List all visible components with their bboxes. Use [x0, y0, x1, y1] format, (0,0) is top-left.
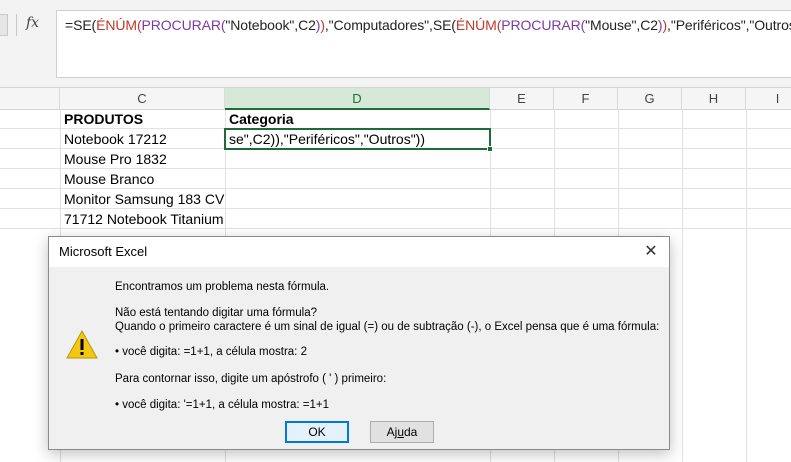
- cell-c4[interactable]: Mouse Branco: [61, 169, 154, 189]
- formula-bar-separator: [16, 14, 17, 36]
- cell-c5[interactable]: Monitor Samsung 183 CV: [61, 189, 224, 209]
- formula-input[interactable]: =SE(ÉNÚM(PROCURAR("Notebook",C2)),"Compu…: [56, 10, 791, 78]
- ok-button[interactable]: OK: [285, 421, 349, 443]
- help-button-accesskey: u: [397, 425, 404, 439]
- formula-segment: PROCURAR(: [501, 17, 586, 33]
- help-button[interactable]: Ajuda: [370, 421, 434, 443]
- fill-handle[interactable]: [487, 146, 493, 152]
- grid-line: [682, 110, 683, 462]
- cell-c1[interactable]: PRODUTOS: [61, 109, 143, 129]
- column-header-c[interactable]: C: [60, 88, 225, 110]
- cell-c6[interactable]: 71712 Notebook Titanium: [61, 209, 224, 229]
- formula-segment: "Mouse",C2: [585, 17, 658, 33]
- formula-segment: ,"Periféricos","Outros": [667, 17, 791, 33]
- formula-segment: =SE(: [65, 17, 97, 33]
- insert-function-icon[interactable]: fx: [26, 15, 39, 31]
- close-icon[interactable]: ✕: [633, 237, 669, 267]
- cell-c3[interactable]: Mouse Pro 1832: [61, 149, 167, 169]
- column-header-f[interactable]: F: [554, 88, 618, 110]
- dialog-title: Microsoft Excel: [59, 244, 148, 259]
- formula-bar-area: fx =SE(ÉNÚM(PROCURAR("Notebook",C2)),"Co…: [0, 0, 791, 88]
- column-header-i[interactable]: I: [746, 88, 791, 110]
- column-header-g[interactable]: G: [618, 88, 682, 110]
- corner-spacer: [0, 88, 60, 110]
- dialog-message-line: Para contornar isso, digite um apóstrofo…: [115, 373, 387, 385]
- error-dialog: Microsoft Excel ✕ Encontramos um problem…: [48, 236, 670, 450]
- grid-line: [746, 110, 747, 462]
- formula-segment: "Notebook",C2: [225, 17, 316, 33]
- formula-segment: ,"Computadores",SE(: [324, 17, 456, 33]
- formula-segment: ÉNÚM(: [96, 17, 142, 33]
- column-headers: C D E F G H I: [0, 88, 791, 110]
- formula-segment: PROCURAR(: [141, 17, 226, 33]
- active-cell-d2[interactable]: se",C2)),"Periféricos","Outros")): [224, 128, 491, 150]
- dialog-message-line: Encontramos um problema nesta fórmula.: [115, 281, 330, 293]
- dialog-message-line: • você digita: =1+1, a célula mostra: 2: [115, 346, 307, 358]
- help-button-label: Aj: [386, 425, 398, 439]
- cell-d1[interactable]: Categoria: [226, 109, 294, 129]
- formula-segment: ÉNÚM(: [455, 17, 502, 33]
- column-header-h[interactable]: H: [682, 88, 746, 110]
- column-header-e[interactable]: E: [490, 88, 554, 110]
- name-box-dropdown[interactable]: [0, 14, 8, 36]
- dialog-title-bar[interactable]: Microsoft Excel ✕: [49, 237, 669, 267]
- warning-icon: [66, 329, 98, 359]
- help-button-label-end: da: [404, 425, 418, 439]
- dialog-message-line: Quando o primeiro caractere é um sinal d…: [115, 321, 660, 333]
- dialog-message-line: Não está tentando digitar uma fórmula?: [115, 307, 318, 319]
- column-header-d[interactable]: D: [225, 88, 490, 110]
- cell-c2[interactable]: Notebook 17212: [61, 129, 167, 149]
- dialog-message-line: • você digita: '=1+1, a célula mostra: =…: [115, 399, 329, 411]
